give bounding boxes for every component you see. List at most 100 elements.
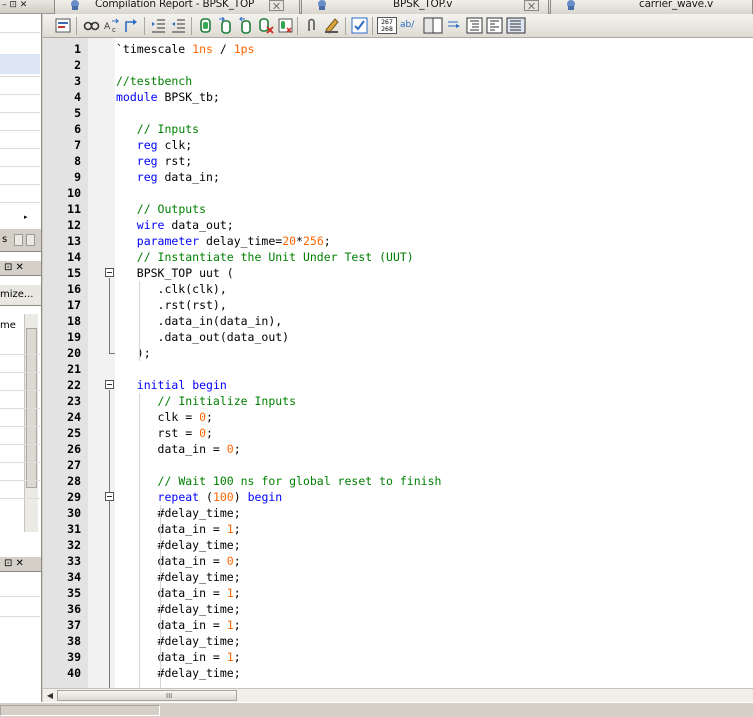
code-line[interactable]: #delay_time; xyxy=(116,601,241,617)
pane-window-controls[interactable]: ⊡ ✕ xyxy=(4,558,24,569)
code-line[interactable]: // Wait 100 ns for global reset to finis… xyxy=(116,473,442,489)
spell-check-icon[interactable]: ab/ xyxy=(400,17,420,34)
check-syntax-icon[interactable] xyxy=(351,17,368,34)
bookmark-prev-icon[interactable] xyxy=(237,17,254,34)
decrease-indent-icon[interactable] xyxy=(170,17,187,34)
code-line[interactable]: module BPSK_tb; xyxy=(116,89,220,105)
code-line[interactable]: parameter delay_time=20*256; xyxy=(116,233,331,249)
code-line[interactable]: data_in = 0; xyxy=(116,441,241,457)
scroll-left-icon[interactable]: ◀ xyxy=(45,691,55,701)
code-line[interactable]: // Initialize Inputs xyxy=(116,393,296,409)
find-replace-icon[interactable]: Ac xyxy=(103,17,120,34)
keyword-token: reg xyxy=(136,170,158,184)
scroll-right-icon[interactable] xyxy=(26,234,35,246)
code-token: #delay_time; xyxy=(116,506,241,520)
close-icon[interactable] xyxy=(269,0,284,11)
list-item xyxy=(0,390,40,391)
view-mode-icon[interactable] xyxy=(506,17,526,34)
attach-icon[interactable] xyxy=(303,17,320,34)
fold-toggle-icon[interactable] xyxy=(105,268,114,277)
horizontal-scrollbar[interactable]: ◀ III xyxy=(43,688,753,702)
wrap-icon[interactable] xyxy=(446,17,463,34)
code-token: BPSK_tb; xyxy=(157,90,220,104)
pane-window-controls[interactable]: ⊡ ✕ xyxy=(4,262,24,273)
code-line[interactable]: wire data_out; xyxy=(116,217,234,233)
code-line[interactable]: repeat (100) begin xyxy=(116,489,283,505)
code-line[interactable]: .rst(rst), xyxy=(116,297,227,313)
bookmark-clear-icon[interactable] xyxy=(257,17,274,34)
code-line[interactable]: #delay_time; xyxy=(116,537,241,553)
insert-template-icon[interactable] xyxy=(55,17,72,34)
panel-window-controls[interactable]: – ⊡ ✕ xyxy=(2,0,27,12)
tab-bpsk-top[interactable]: BPSK_TOP.v xyxy=(301,0,549,14)
line-number: 2 xyxy=(74,58,81,72)
tab-carrier-wave[interactable]: carrier_wave.v xyxy=(550,0,753,14)
line-number: 6 xyxy=(74,122,81,136)
code-line[interactable]: clk = 0; xyxy=(116,409,213,425)
code-line[interactable]: ); xyxy=(116,345,151,361)
code-line[interactable]: initial begin xyxy=(116,377,227,393)
code-line[interactable]: `timescale 1ns / 1ps xyxy=(116,41,255,57)
split-view-icon[interactable] xyxy=(423,17,443,34)
close-icon[interactable] xyxy=(524,0,539,11)
code-line[interactable]: // Instantiate the Unit Under Test (UUT) xyxy=(116,249,414,265)
keyword-token: reg xyxy=(136,138,158,152)
code-line[interactable]: rst = 0; xyxy=(116,425,213,441)
line-number: 1 xyxy=(74,42,81,56)
code-line[interactable]: // Outputs xyxy=(116,201,206,217)
code-line[interactable]: reg rst; xyxy=(116,153,192,169)
code-line[interactable]: .data_in(data_in), xyxy=(116,313,283,329)
code-line[interactable]: data_in = 1; xyxy=(116,585,241,601)
bookmark-list-icon[interactable] xyxy=(277,17,294,34)
code-editor[interactable]: 1 2 3 4 5 6 7 8 9 10 11 12 13 14 15 16 17 18 19 20 21 22 23 24 2… xyxy=(43,38,753,688)
grip: III xyxy=(166,692,173,700)
tab-compilation-report[interactable]: Compilation Report - BPSK_TOP xyxy=(54,0,300,14)
line-number: 23 xyxy=(67,394,81,408)
code-line[interactable]: data_in = 0; xyxy=(116,553,241,569)
line-numbers-icon[interactable]: 267 268 xyxy=(377,17,397,34)
code-token: #delay_time; xyxy=(116,602,241,616)
code-line[interactable]: data_in = 1; xyxy=(116,617,241,633)
code-line[interactable]: data_in = 1; xyxy=(116,649,241,665)
tab-fragment[interactable]: s xyxy=(2,234,7,245)
code-line[interactable]: .data_out(data_out) xyxy=(116,329,290,345)
goto-line-icon[interactable] xyxy=(123,17,140,34)
code-line[interactable]: .clk(clk), xyxy=(116,281,227,297)
code-line[interactable]: #delay_time; xyxy=(116,665,241,681)
code-line[interactable]: //testbench xyxy=(116,73,192,89)
code-token: .data_out(data_out) xyxy=(116,330,290,344)
scroll-thumb[interactable]: III xyxy=(57,690,237,701)
code-line[interactable]: reg data_in; xyxy=(116,169,220,185)
code-line[interactable]: data_in = 1; xyxy=(116,521,241,537)
increase-indent-icon[interactable] xyxy=(150,17,167,34)
comment-token: // Wait 100 ns for global reset to finis… xyxy=(157,474,442,488)
indent-guide-icon[interactable] xyxy=(466,17,483,34)
fold-toggle-icon[interactable] xyxy=(105,380,114,389)
outline-icon[interactable] xyxy=(486,17,503,34)
fold-range-line xyxy=(109,278,110,353)
bookmark-next-icon[interactable] xyxy=(217,17,234,34)
code-line[interactable]: #delay_time; xyxy=(116,569,241,585)
column-header[interactable]: me xyxy=(0,320,16,331)
line-number: 34 xyxy=(67,570,81,584)
code-line[interactable]: #delay_time; xyxy=(116,505,241,521)
fold-toggle-icon[interactable] xyxy=(105,492,114,501)
line-number: 32 xyxy=(67,538,81,552)
scroll-right-icon[interactable]: ▸ xyxy=(24,212,34,222)
code-line[interactable]: #delay_time; xyxy=(116,633,241,649)
comment-icon[interactable] xyxy=(323,17,340,34)
bookmark-toggle-icon[interactable] xyxy=(197,17,214,34)
code-line[interactable]: BPSK_TOP uut ( xyxy=(116,265,234,281)
find-icon[interactable] xyxy=(83,17,100,34)
list-item-selected[interactable] xyxy=(0,54,40,74)
line-number: 12 xyxy=(67,218,81,232)
line-number: 13 xyxy=(67,234,81,248)
vertical-scrollbar[interactable] xyxy=(24,314,38,532)
customize-button[interactable]: mize... xyxy=(0,284,41,306)
keyword-token: module xyxy=(116,90,158,104)
code-line[interactable]: // Inputs xyxy=(116,121,199,137)
code-line[interactable]: reg clk; xyxy=(116,137,192,153)
scroll-left-icon[interactable] xyxy=(14,234,23,246)
